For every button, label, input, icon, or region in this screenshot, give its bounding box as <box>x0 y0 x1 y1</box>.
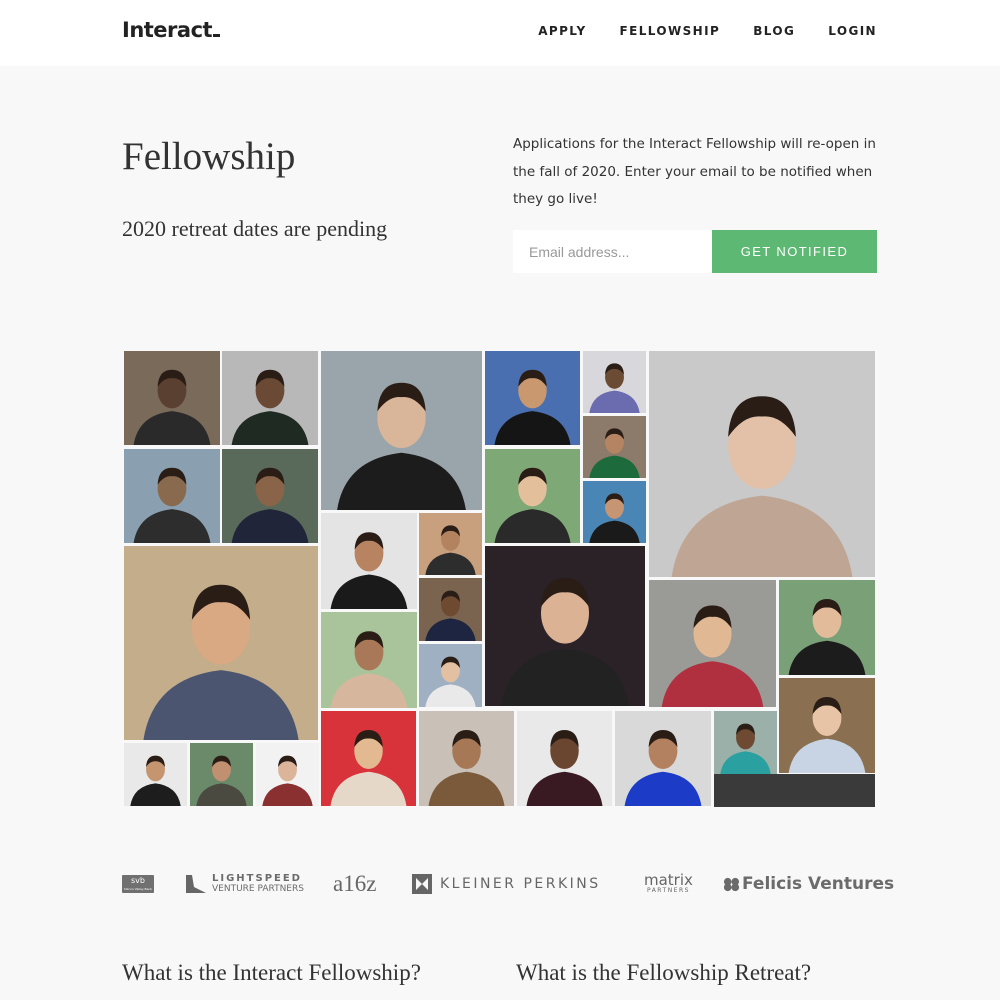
fellow-photo <box>190 743 253 806</box>
nav-apply[interactable]: APPLY <box>538 24 586 38</box>
hero-description: Applications for the Interact Fellowship… <box>513 136 876 207</box>
fellow-photo <box>583 416 646 478</box>
main-nav: APPLY FELLOWSHIP BLOG LOGIN <box>538 24 877 38</box>
fellow-photo <box>321 351 482 510</box>
get-notified-button[interactable]: GET NOTIFIED <box>712 230 877 273</box>
fellow-photo <box>714 711 777 774</box>
lightspeed-logo: LIGHTSPEED VENTURE PARTNERS <box>186 866 304 902</box>
fellow-photo <box>124 449 220 543</box>
email-input[interactable] <box>513 230 712 273</box>
section-heading-fellowship: What is the Interact Fellowship? <box>122 960 421 985</box>
fellow-photo <box>321 711 416 806</box>
fellow-photo <box>714 774 875 807</box>
hero-subtitle: 2020 retreat dates are pending <box>122 216 388 241</box>
site-header: Interact APPLY FELLOWSHIP BLOG LOGIN <box>0 0 1000 66</box>
fellow-photo <box>321 513 417 609</box>
fellow-photo <box>583 481 646 543</box>
fellow-photo <box>222 449 318 543</box>
fellow-photo <box>517 711 612 806</box>
svb-logo: svb Silicon Valley Bank <box>122 875 154 893</box>
investor-logos: svb Silicon Valley Bank LIGHTSPEED VENTURE… <box>0 866 1000 902</box>
fellow-photo <box>124 351 220 445</box>
nav-login[interactable]: LOGIN <box>828 24 877 38</box>
fellow-photo <box>124 743 187 806</box>
logo-underscore <box>213 34 221 37</box>
fellow-photo <box>779 580 875 675</box>
nav-blog[interactable]: BLOG <box>753 24 795 38</box>
nav-fellowship[interactable]: FELLOWSHIP <box>620 24 721 38</box>
lightspeed-mark-icon <box>186 875 206 893</box>
site-logo[interactable]: Interact <box>122 18 221 42</box>
fellow-photo <box>124 546 318 740</box>
fellow-photo <box>649 580 776 707</box>
fellow-photo <box>419 578 482 641</box>
page-title: Fellowship <box>122 135 296 178</box>
fellow-photo <box>485 546 645 706</box>
fellow-photo <box>419 644 482 707</box>
fellow-photo <box>256 743 319 806</box>
fellow-photo <box>615 711 711 806</box>
fellow-photo <box>419 711 514 806</box>
kleiner-perkins-logo: KLEINER PERKINS <box>412 866 601 902</box>
fellow-photo <box>485 351 580 445</box>
clover-icon <box>723 877 740 891</box>
fellow-photo <box>419 513 482 575</box>
fellow-photo <box>222 351 318 445</box>
fellow-photo <box>583 351 646 413</box>
section-heading-retreat: What is the Fellowship Retreat? <box>516 960 812 985</box>
kleiner-perkins-mark-icon <box>412 874 432 894</box>
fellow-photo <box>649 351 875 577</box>
felicis-logo: Felicis Ventures <box>723 866 894 902</box>
a16z-logo: a16z <box>333 871 377 896</box>
fellow-photo <box>321 612 417 708</box>
fellow-photo <box>779 678 875 773</box>
fellow-photo <box>485 449 580 543</box>
matrix-logo: matrix PARTNERS <box>644 871 693 895</box>
